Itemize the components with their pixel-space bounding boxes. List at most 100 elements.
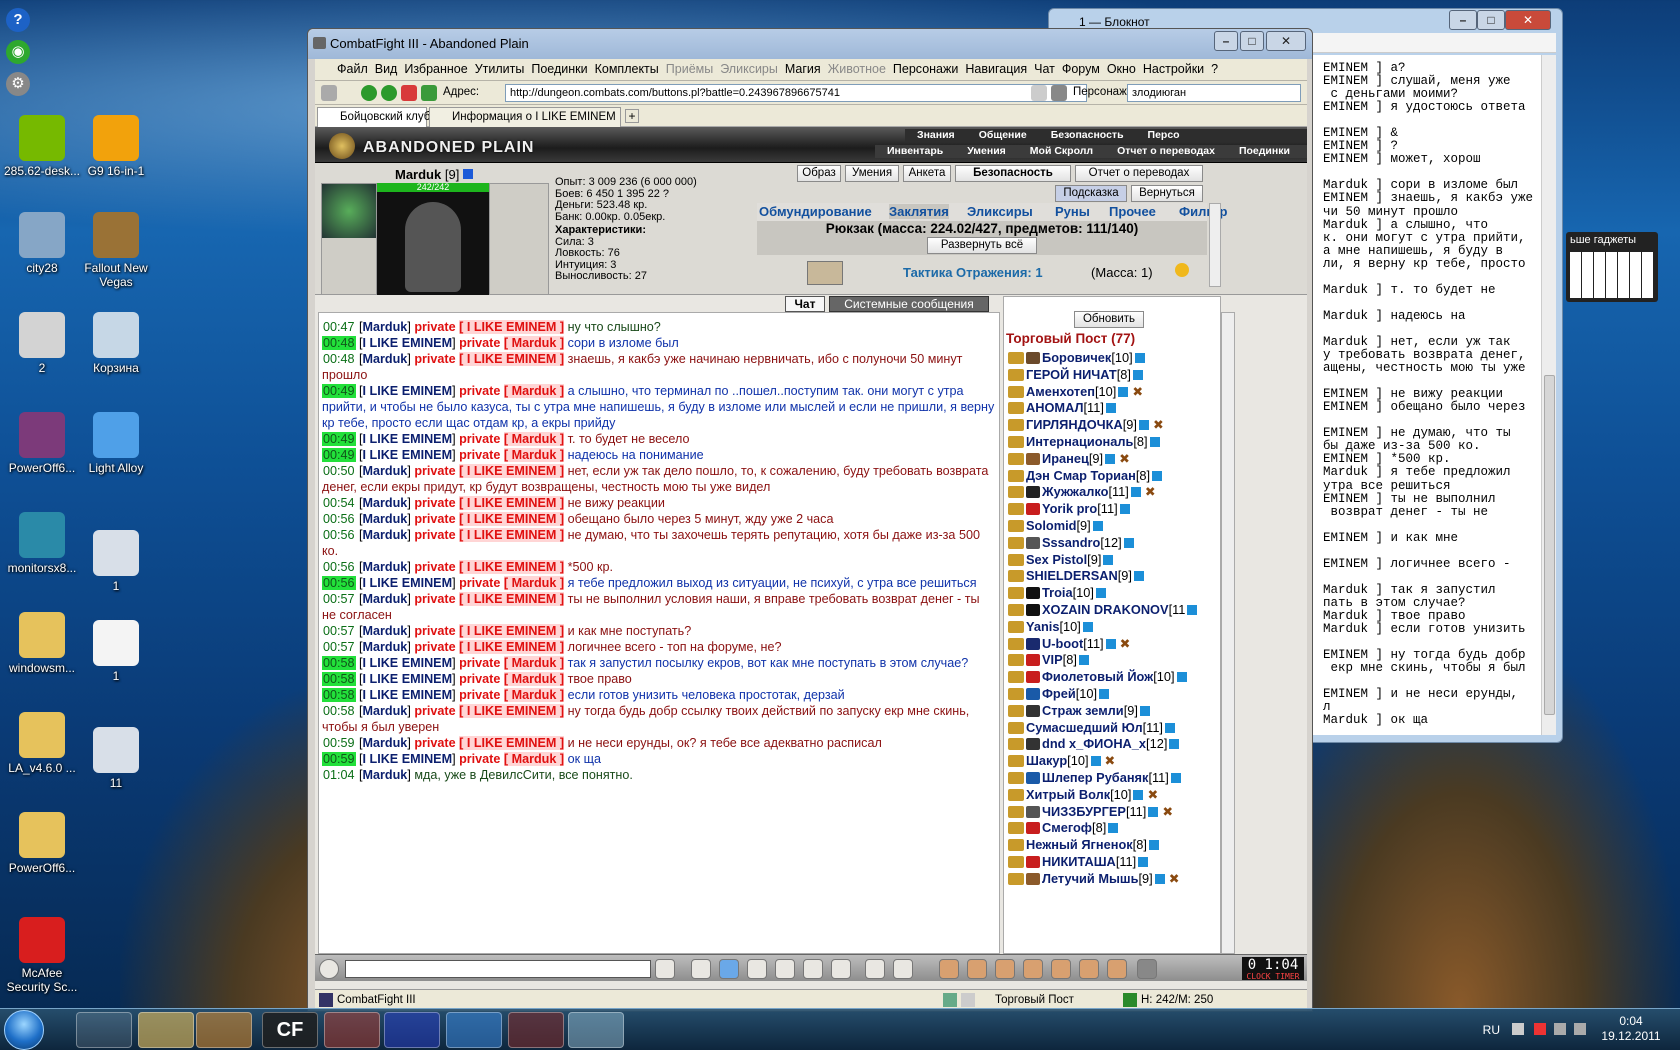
chat-author[interactable]: Marduk <box>363 528 408 542</box>
anketa-button[interactable]: Анкета <box>903 165 951 182</box>
chat-line[interactable]: 00:48 [Marduk] private [ I LIKE EMINEM ]… <box>322 351 997 383</box>
fighter-icon[interactable] <box>775 959 795 979</box>
tray-flag-icon[interactable] <box>1534 1023 1546 1035</box>
scroll-item-icon[interactable] <box>807 261 843 285</box>
invite-icon[interactable] <box>1008 839 1024 852</box>
user-row[interactable]: Страж земли[9] <box>1004 703 1220 720</box>
game-viewport[interactable]: ABANDONED PLAIN Знания Общение Безопасност… <box>315 127 1307 989</box>
user-info-icon[interactable] <box>1105 403 1116 414</box>
tray-volume-icon[interactable] <box>1574 1023 1586 1035</box>
user-name[interactable]: Фиолетовый Йож <box>1042 669 1153 684</box>
user-name[interactable]: Смегоф <box>1042 820 1092 835</box>
equipment-tab[interactable]: Прочее <box>1109 204 1156 219</box>
user-row[interactable]: Фиолетовый Йож[10] <box>1004 669 1220 686</box>
menu-item[interactable]: Утилиты <box>475 62 525 76</box>
user-info-icon[interactable] <box>1092 520 1103 531</box>
combatfight-taskbar-icon[interactable]: CF <box>262 1012 318 1048</box>
notepad-taskbar-icon[interactable] <box>568 1012 624 1048</box>
user-info-icon[interactable] <box>1187 604 1198 615</box>
user-name[interactable]: SHIELDERSAN <box>1026 568 1118 583</box>
chat-recipient[interactable]: [ I LIKE EMINEM ] <box>459 592 565 606</box>
desktop-icon[interactable]: McAfee Security Sc... <box>0 917 84 994</box>
user-name[interactable]: Аменхотеп <box>1026 384 1095 399</box>
user-name[interactable]: АНОМАЛ <box>1026 400 1083 415</box>
item-row[interactable]: Тактика Отражения: 1 (Масса: 1) <box>757 257 1207 287</box>
chat-author[interactable]: Marduk <box>363 736 408 750</box>
keyboard-icon[interactable] <box>893 959 913 979</box>
chat-line[interactable]: 00:50 [Marduk] private [ I LIKE EMINEM ]… <box>322 463 997 495</box>
user-row[interactable]: НИКИТАША[11] <box>1004 854 1220 871</box>
pin-icon[interactable] <box>321 85 337 101</box>
explorer-icon[interactable] <box>138 1012 194 1048</box>
language-indicator[interactable]: RU <box>1483 1023 1500 1037</box>
user-info-icon[interactable] <box>1130 487 1141 498</box>
fight-icon[interactable]: ✖ <box>1120 636 1131 651</box>
invite-icon[interactable] <box>1008 755 1024 768</box>
chat-author[interactable]: Marduk <box>363 624 408 638</box>
chat-recipient[interactable]: [ I LIKE EMINEM ] <box>459 624 565 638</box>
desktop-icon[interactable]: 285.62-desk... <box>0 115 84 178</box>
chat-author[interactable]: Marduk <box>363 768 408 782</box>
chat-line[interactable]: 00:56 [I LIKE EMINEM] private [ Marduk ]… <box>322 575 997 591</box>
chat-recipient[interactable]: [ Marduk ] <box>503 432 565 446</box>
menu-item[interactable]: Вид <box>375 62 398 76</box>
user-info-icon[interactable] <box>1169 739 1180 750</box>
user-name[interactable]: Фрей <box>1042 686 1076 701</box>
user-row[interactable]: U-boot[11] ✖ <box>1004 636 1220 653</box>
user-row[interactable]: АНОМАЛ[11] <box>1004 400 1220 417</box>
user-info-icon[interactable] <box>1154 873 1165 884</box>
invite-icon[interactable] <box>1008 587 1024 600</box>
user-info-icon[interactable] <box>1132 369 1143 380</box>
address-input[interactable]: http://dungeon.combats.com/buttons.pl?ba… <box>505 84 1087 102</box>
user-list[interactable]: Боровичек[10] ГЕРОЙ НИЧАТ[8] Аменхотеп[10]… <box>1004 350 1220 888</box>
tray-network-icon[interactable] <box>1554 1023 1566 1035</box>
user-info-icon[interactable] <box>1118 386 1129 397</box>
chat-author[interactable]: Marduk <box>363 560 408 574</box>
helmet-icon[interactable] <box>1023 959 1043 979</box>
chat-author[interactable]: I LIKE EMINEM <box>363 752 453 766</box>
user-info-icon[interactable] <box>1123 537 1134 548</box>
desktop-icon[interactable]: 11 <box>74 727 158 790</box>
subnav-item[interactable]: Отчет о переводах <box>1117 145 1215 157</box>
subnav-item[interactable]: Инвентарь <box>887 145 943 157</box>
notepad-minimize-button[interactable]: – <box>1449 10 1477 30</box>
menu-item[interactable]: Навигация <box>965 62 1027 76</box>
umeniya-button[interactable]: Умения <box>845 165 899 182</box>
user-name[interactable]: Yorik pro <box>1042 501 1097 516</box>
forward-icon[interactable] <box>381 85 397 101</box>
menu-item[interactable]: Животное <box>828 62 886 76</box>
invite-icon[interactable] <box>1008 637 1024 650</box>
game-taskbar-icon[interactable] <box>508 1012 564 1048</box>
invite-icon[interactable] <box>1008 570 1024 583</box>
chat-author[interactable]: Marduk <box>363 320 408 334</box>
chat-line[interactable]: 00:57 [Marduk] private [ I LIKE EMINEM ]… <box>322 623 997 639</box>
user-name[interactable]: VIP <box>1042 652 1063 667</box>
notepad-maximize-button[interactable]: □ <box>1477 10 1505 30</box>
invite-icon[interactable] <box>1008 822 1024 835</box>
user-name[interactable]: U-boot <box>1042 636 1083 651</box>
chat-author[interactable]: I LIKE EMINEM <box>363 688 453 702</box>
chest-icon[interactable] <box>967 959 987 979</box>
user-row[interactable]: Иранец[9] ✖ <box>1004 451 1220 468</box>
user-name[interactable]: Иранец <box>1042 451 1089 466</box>
user-info-icon[interactable] <box>1133 789 1144 800</box>
equipment-tab[interactable]: Эликсиры <box>967 204 1033 219</box>
shield-icon[interactable] <box>1051 959 1071 979</box>
user-row[interactable]: ЧИЗЗБУРГЕР[11] ✖ <box>1004 804 1220 821</box>
persona-select[interactable]: злодиюган <box>1127 84 1301 102</box>
user-info-icon[interactable] <box>1134 353 1145 363</box>
chrome-icon[interactable] <box>324 1012 380 1048</box>
notepad-scrollbar[interactable] <box>1541 55 1556 735</box>
desktop-icon[interactable]: PowerOff6... <box>0 412 84 475</box>
user-name[interactable]: ГИРЛЯНДОЧКА <box>1026 417 1123 432</box>
user-name[interactable]: XOZAIN DRAKONOV <box>1042 602 1169 617</box>
user-info-icon[interactable] <box>1105 638 1116 649</box>
desktop-icon[interactable]: 2 <box>0 312 84 375</box>
menu-item[interactable]: Избранное <box>404 62 467 76</box>
chat-message-input[interactable] <box>345 960 651 978</box>
tray-up-icon[interactable] <box>1512 1023 1524 1035</box>
chat-recipient[interactable]: [ I LIKE EMINEM ] <box>459 560 565 574</box>
equipment-tab[interactable]: Обмундирование <box>759 204 872 219</box>
invite-icon[interactable] <box>1008 452 1024 465</box>
menu-item[interactable]: Комплекты <box>595 62 659 76</box>
